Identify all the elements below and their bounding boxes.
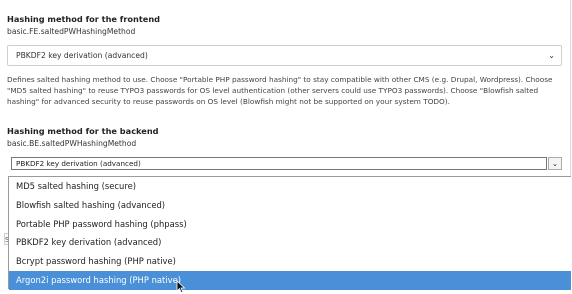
frontend-hashing-section: Hashing method for the frontend basic.FE…	[7, 14, 562, 107]
backend-hashing-key: basic.BE.saltedPWHashingMethod	[7, 139, 137, 148]
backend-hashing-select-value: PBKDF2 key derivation (advanced)	[11, 157, 547, 170]
dropdown-option[interactable]: PBKDF2 key derivation (advanced)	[9, 233, 571, 252]
frontend-hashing-description: Defines salted hashing method to use. Ch…	[7, 75, 553, 106]
dropdown-option-highlighted[interactable]: Argon2i password hashing (PHP native)	[9, 270, 571, 290]
frontend-hashing-title: Hashing method for the frontend	[7, 14, 161, 24]
mouse-pointer-icon	[176, 280, 186, 294]
chevron-down-icon[interactable]: ⌄	[548, 157, 562, 170]
dropdown-option[interactable]: MD5 salted hashing (secure)	[9, 177, 571, 196]
dropdown-option[interactable]: Portable PHP password hashing (phpass)	[9, 215, 571, 234]
dropdown-option[interactable]: Bcrypt password hashing (PHP native)	[9, 252, 571, 271]
backend-hashing-dropdown-list[interactable]: MD5 salted hashing (secure) Blowfish sal…	[8, 176, 571, 290]
frontend-hashing-key: basic.FE.saltedPWHashingMethod	[7, 27, 136, 36]
frontend-hashing-select-value: PBKDF2 key derivation (advanced)	[16, 51, 148, 60]
backend-hashing-section: Hashing method for the backend basic.BE.…	[7, 126, 562, 173]
backend-hashing-select[interactable]: PBKDF2 key derivation (advanced) ⌄	[7, 156, 562, 173]
chevron-down-icon: ⌄	[548, 51, 555, 60]
dropdown-option[interactable]: Blowfish salted hashing (advanced)	[9, 196, 571, 215]
frontend-hashing-select[interactable]: PBKDF2 key derivation (advanced) ⌄	[7, 45, 562, 66]
backend-hashing-title: Hashing method for the backend	[7, 126, 159, 136]
